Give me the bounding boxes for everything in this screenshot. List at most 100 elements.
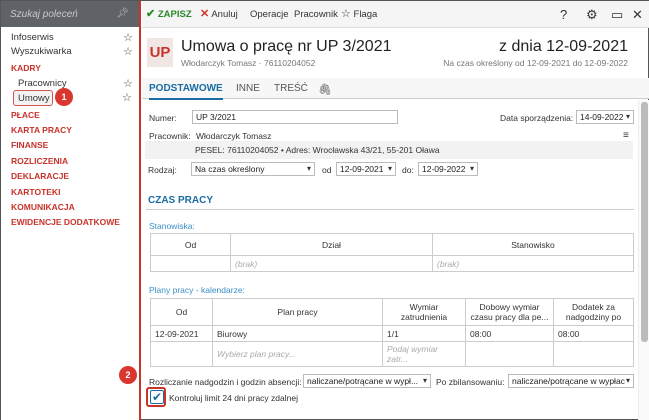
document-type-badge: UP (147, 38, 173, 67)
minimize-icon[interactable]: ▭ (611, 7, 623, 23)
zbilansowaniu-label: Po zbilansowaniu: (436, 377, 505, 387)
table-cell[interactable]: Biurowy (212, 325, 383, 342)
table-cell[interactable]: 08:00 (465, 325, 554, 342)
table-cell[interactable]: Wybierz plan pracy... (212, 341, 383, 367)
sidebar-category-rozliczenia[interactable]: ROZLICZENIA (11, 156, 68, 166)
star-icon: ☆ (341, 8, 351, 20)
rodzaj-label: Rodzaj: (148, 165, 177, 175)
chevron-down-icon: ▾ (306, 164, 311, 173)
stanowiska-table: Od Dział Stanowisko (brak) (brak) (150, 233, 634, 272)
sidebar-item-pracownicy[interactable]: Pracownicy ☆ (11, 77, 137, 90)
table-cell[interactable]: 08:00 (553, 325, 634, 342)
column-header: Dział (230, 233, 433, 256)
employee-menu[interactable]: Pracownik (294, 9, 338, 20)
save-button[interactable]: ✔ ZAPISZ (146, 7, 192, 20)
sidebar-category-kadry[interactable]: KADRY (11, 63, 41, 73)
sidebar-category-finanse[interactable]: FINANSE (11, 140, 48, 150)
column-header: Od (150, 298, 213, 326)
rozliczanie-label: Rozliczanie nadgodzin i godzin absencji: (149, 377, 302, 387)
remote-work-limit-checkbox[interactable]: ✔ (150, 390, 164, 404)
scrollbar-thumb[interactable] (641, 102, 648, 342)
star-icon[interactable]: ☆ (123, 45, 133, 58)
chevron-down-icon: ▾ (422, 376, 427, 385)
data-sporzadzenia-select[interactable]: 14-09-2022 ▾ (576, 110, 634, 124)
sidebar-category-deklaracje[interactable]: DEKLARACJE (11, 171, 69, 181)
sidebar-category-kartoteki[interactable]: KARTOTEKI (11, 187, 60, 197)
table-cell[interactable]: (brak) (432, 255, 634, 272)
command-search-input[interactable]: Szukaj poleceń 📌︎ (1, 1, 139, 27)
sidebar-category-ewidencje[interactable]: EWIDENCJE DODATKOWE (11, 217, 120, 227)
step-badge-2: 2 (119, 366, 137, 384)
rozliczanie-select[interactable]: naliczane/potrącane w wypł... ▾ (303, 374, 431, 388)
document-date: z dnia 12-09-2021 (499, 38, 628, 55)
zbilansowaniu-select[interactable]: naliczane/potrącane w wypłac ▾ (508, 374, 634, 388)
table-cell[interactable]: 1/1 (382, 325, 466, 342)
rodzaj-row: Rodzaj: Na czas określony ▾ od 12-09-202… (145, 161, 633, 181)
check-icon: ✔ (151, 390, 163, 404)
attachment-icon[interactable]: 🖇︎ (318, 83, 332, 96)
table-cell[interactable]: Podaj wymiar zatr... (382, 341, 466, 367)
table-cell[interactable] (150, 341, 213, 367)
tab-podstawowe[interactable]: PODSTAWOWE (149, 83, 223, 100)
cancel-label: Anuluj (211, 9, 238, 20)
table-header-row: Od Plan pracy Wymiar zatrudnienia Dobowy… (150, 298, 634, 326)
sidebar-item-infoserwis[interactable]: Infoserwis ☆ (11, 31, 137, 44)
menu-icon[interactable]: ≡ (623, 130, 629, 141)
sidebar-category-komunikacja[interactable]: KOMUNIKACJA (11, 202, 75, 212)
numer-input[interactable]: UP 3/2021 (192, 110, 398, 124)
table-cell[interactable] (465, 341, 554, 367)
data-sporzadzenia-label: Data sporządzenia: (500, 113, 574, 123)
table-cell[interactable]: 12-09-2021 (150, 325, 213, 342)
chevron-down-icon: ▾ (625, 112, 630, 121)
star-icon[interactable]: ☆ (123, 31, 133, 44)
tab-inne[interactable]: INNE (236, 83, 260, 94)
table-row[interactable]: Wybierz plan pracy... Podaj wymiar zatr.… (150, 341, 634, 367)
section-divider (146, 209, 634, 210)
czas-pracy-title: CZAS PRACY (148, 195, 214, 206)
flag-button[interactable]: ☆ Flaga (341, 7, 377, 20)
scrollbar[interactable] (638, 100, 649, 420)
sidebar-category-place[interactable]: PŁACE (11, 110, 40, 120)
check-icon: ✔ (146, 8, 156, 20)
table-row[interactable]: (brak) (brak) (150, 255, 634, 272)
tab-tresc[interactable]: TREŚĆ (274, 83, 308, 94)
sidebar-item-label: Umowy (18, 93, 50, 104)
column-header: Stanowisko (432, 233, 634, 256)
sidebar-item-umowy[interactable]: Umowy (13, 90, 53, 106)
sidebar-item-label: Infoserwis (11, 32, 54, 43)
od-date-value: 12-09-2021 (340, 164, 384, 174)
remote-work-limit-label[interactable]: Kontroluj limit 24 dni pracy zdalnej (169, 393, 298, 403)
chevron-down-icon: ▾ (387, 164, 392, 173)
od-label: od (322, 165, 332, 175)
table-row[interactable]: 12-09-2021 Biurowy 1/1 08:00 08:00 (150, 325, 634, 342)
flag-label: Flaga (353, 9, 378, 20)
cancel-button[interactable]: ✕ Anuluj (200, 7, 238, 20)
pin-icon[interactable]: 📌︎ (116, 8, 129, 19)
table-cell[interactable]: (brak) (230, 255, 433, 272)
tab-bar: PODSTAWOWE INNE TREŚĆ 🖇︎ (142, 78, 649, 100)
search-placeholder: Szukaj poleceń (10, 9, 78, 20)
star-icon[interactable]: ☆ (122, 91, 132, 104)
employee-details-text: PESEL: 76110204052 • Adres: Wrocławska 4… (195, 145, 440, 155)
do-date-select[interactable]: 12-09-2022 ▾ (418, 162, 478, 176)
sidebar-item-label: Pracownicy (18, 78, 67, 89)
sidebar-item-label: Wyszukiwarka (11, 46, 72, 57)
rozliczanie-value: naliczane/potrącane w wypł... (307, 376, 419, 386)
column-header: Wymiar zatrudnienia (382, 298, 466, 326)
table-cell[interactable] (150, 255, 231, 272)
close-window-icon[interactable]: ✕ (632, 7, 643, 23)
gear-icon[interactable]: ⚙ (586, 7, 598, 23)
do-label: do: (402, 165, 414, 175)
step-badge-1: 1 (55, 88, 73, 106)
star-icon[interactable]: ☆ (123, 77, 133, 90)
numer-label: Numer: (149, 113, 177, 123)
operations-menu[interactable]: Operacje (250, 9, 289, 20)
table-cell[interactable] (553, 341, 634, 367)
stanowiska-title: Stanowiska: (149, 221, 195, 231)
rodzaj-select[interactable]: Na czas określony ▾ (191, 162, 315, 176)
sidebar-item-wyszukiwarka[interactable]: Wyszukiwarka ☆ (11, 45, 137, 58)
help-icon[interactable]: ? (560, 7, 567, 22)
od-date-select[interactable]: 12-09-2021 ▾ (336, 162, 396, 176)
sidebar-category-karta-pracy[interactable]: KARTA PRACY (11, 125, 72, 135)
pracownik-value[interactable]: Włodarczyk Tomasz (196, 131, 271, 141)
